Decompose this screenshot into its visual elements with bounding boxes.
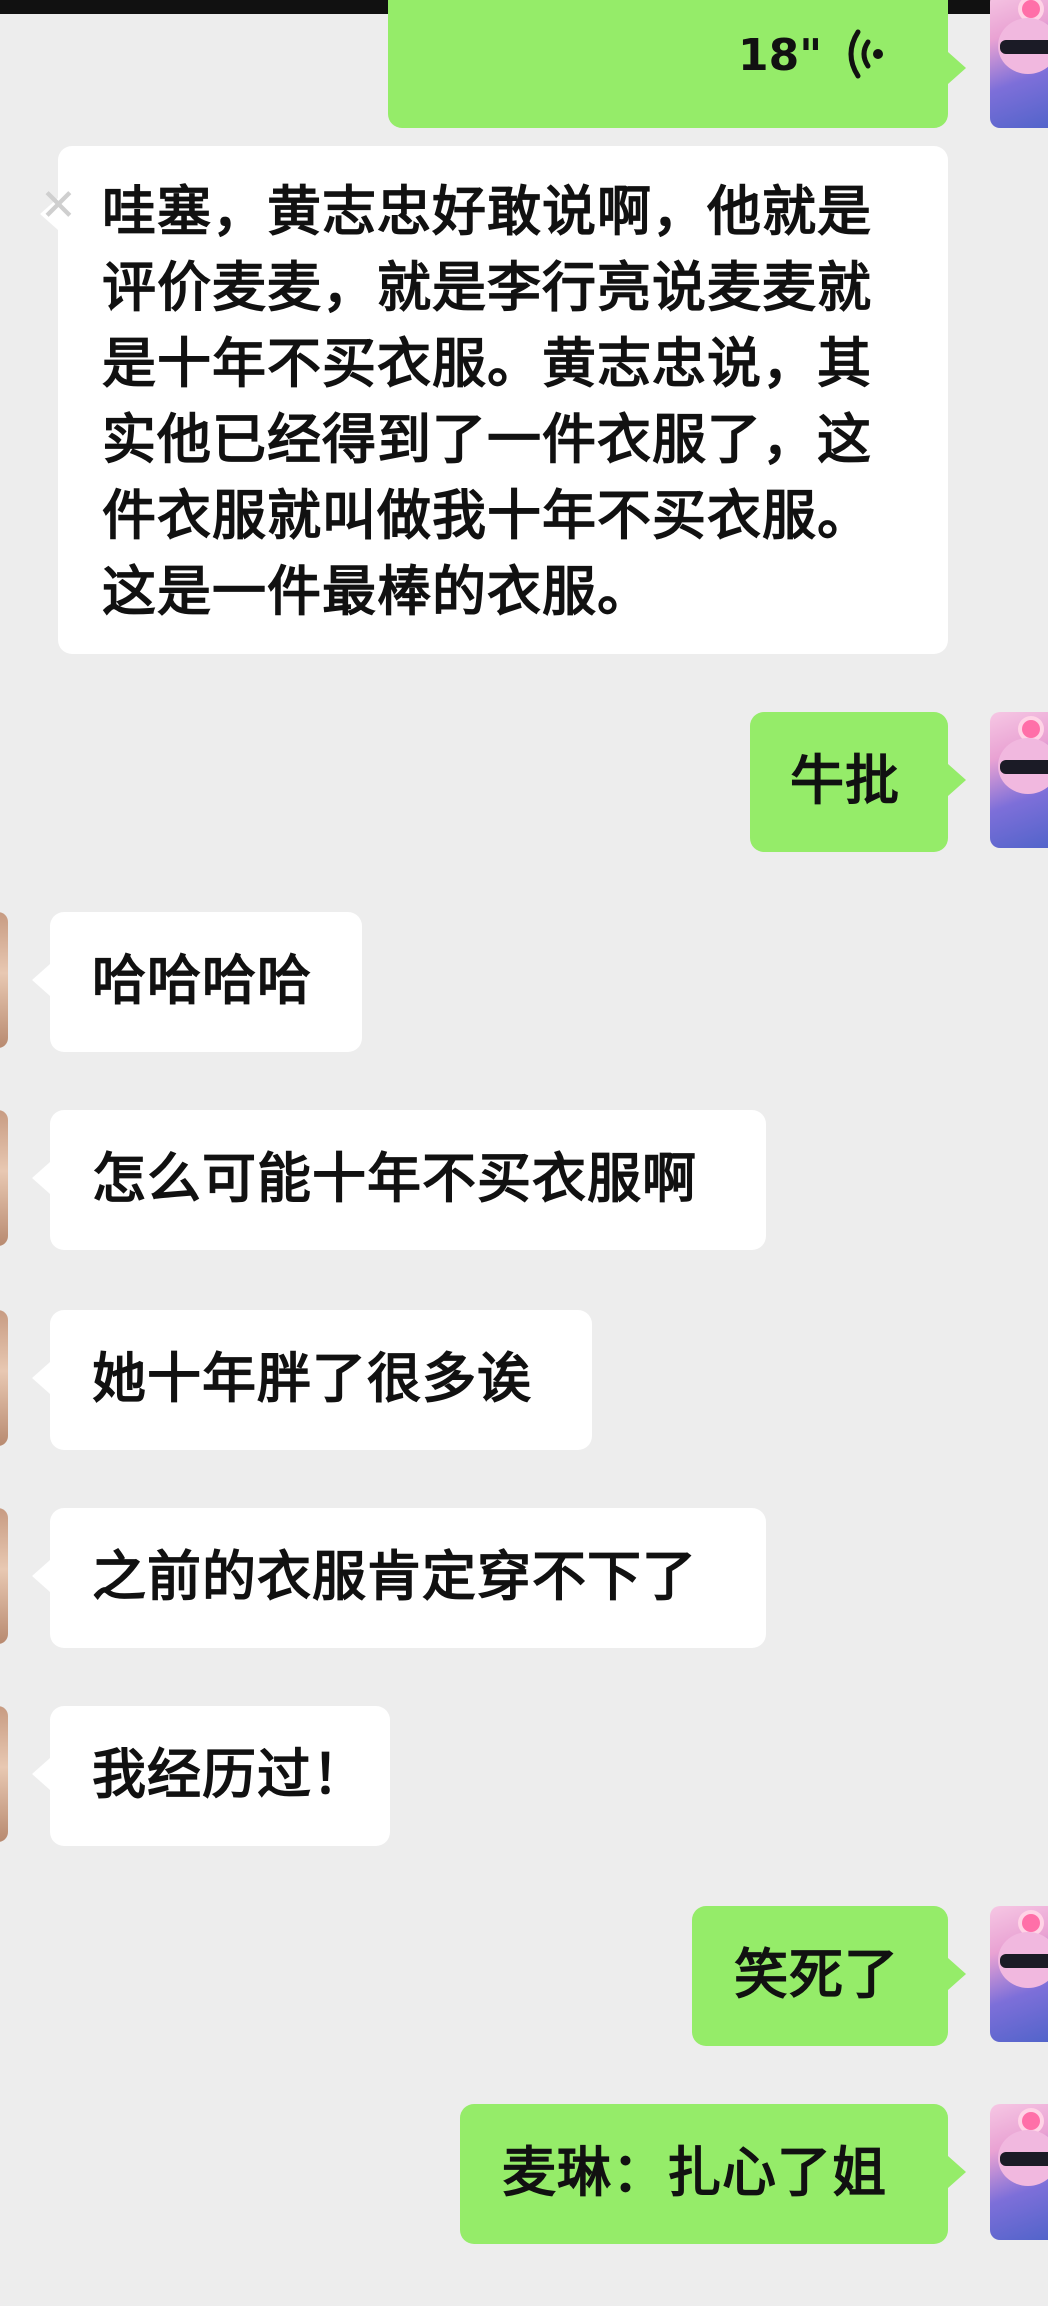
avatar[interactable] <box>0 1706 8 1842</box>
message-text: 她十年胖了很多诶 <box>92 1347 532 1410</box>
message-bubble[interactable]: 之前的衣服肯定穿不下了 <box>32 1508 766 1648</box>
message-text: 之前的衣服肯定穿不下了 <box>92 1545 697 1608</box>
voice-duration: 18" <box>738 30 823 81</box>
message-bubble[interactable]: 我经历过！ <box>32 1706 390 1846</box>
message-bubble[interactable]: 哇塞，黄志忠好敢说啊，他就是 评价麦麦，就是李行亮说麦麦就 是十年不买衣服。黄志… <box>40 146 948 654</box>
avatar[interactable] <box>0 1310 8 1446</box>
message-text-line: 这是一件最棒的衣服。 <box>102 560 652 623</box>
message-text: 牛批 <box>790 749 900 812</box>
close-icon: ✕ <box>40 180 77 231</box>
message-text: 怎么可能十年不买衣服啊 <box>92 1147 697 1210</box>
message-text-line: 实他已经得到了一件衣服了，这 <box>102 408 872 471</box>
avatar[interactable] <box>990 712 1048 848</box>
avatar[interactable] <box>0 1508 8 1644</box>
avatar[interactable] <box>990 2104 1048 2240</box>
message-text: 笑死了 <box>734 1943 899 2006</box>
message-text-line: 评价麦麦，就是李行亮说麦麦就 <box>102 256 872 319</box>
message-text: 哈哈哈哈 <box>92 949 312 1012</box>
message-bubble[interactable]: 麦琳：扎心了姐 <box>460 2104 966 2244</box>
message-text-line: 哇塞，黄志忠好敢说啊，他就是 <box>102 180 872 243</box>
message-bubble[interactable]: 牛批 <box>750 712 966 852</box>
avatar[interactable] <box>990 1906 1048 2042</box>
message-bubble[interactable]: 怎么可能十年不买衣服啊 <box>32 1110 766 1250</box>
message-bubble[interactable]: 她十年胖了很多诶 <box>32 1310 592 1450</box>
voice-wave-icon <box>848 29 883 79</box>
message-text: 我经历过！ <box>92 1743 367 1806</box>
message-bubble[interactable]: 哈哈哈哈 <box>32 912 362 1052</box>
message-text-line: 是十年不买衣服。黄志忠说，其 <box>102 332 872 395</box>
message-text-line: 件衣服就叫做我十年不买衣服。 <box>102 484 872 547</box>
avatar[interactable] <box>0 1110 8 1246</box>
message-bubble[interactable]: 笑死了 <box>692 1906 966 2046</box>
avatar[interactable] <box>0 912 8 1048</box>
avatar[interactable] <box>990 0 1048 128</box>
message-text: 麦琳：扎心了姐 <box>502 2141 887 2204</box>
